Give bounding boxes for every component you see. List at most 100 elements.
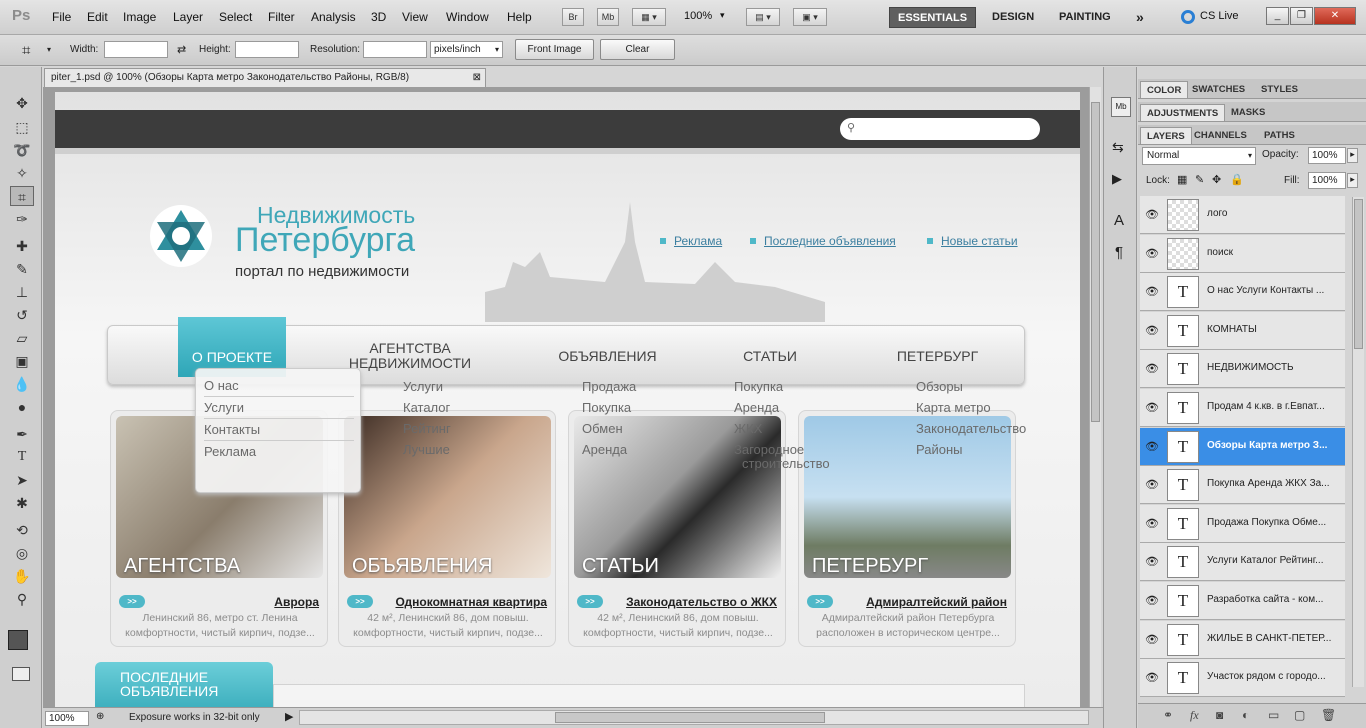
submenu-item[interactable]: Аренда	[734, 397, 830, 418]
submenu-item[interactable]: Продажа	[582, 376, 636, 397]
workspace-more-button[interactable]: »	[1128, 7, 1152, 28]
crop-tool-icon[interactable]: ⌗	[22, 42, 30, 59]
submenu-item[interactable]: Законодательство	[916, 418, 1026, 439]
menu-layer[interactable]: Layer	[173, 10, 203, 24]
eyedropper-tool-icon[interactable]: ✑	[10, 209, 34, 229]
lock-image-icon[interactable]: ✎	[1195, 173, 1204, 186]
submenu-item[interactable]: Каталог	[403, 397, 451, 418]
view-extras-button[interactable]: ▦ ▾	[632, 8, 666, 26]
visibility-eye-icon[interactable]: 👁	[1145, 440, 1159, 453]
quick-mask-icon[interactable]	[12, 667, 30, 681]
add-mask-icon[interactable]: ◙	[1216, 708, 1223, 722]
visibility-eye-icon[interactable]: 👁	[1145, 401, 1159, 414]
workspace-design[interactable]: DESIGN	[984, 7, 1042, 28]
close-tab-icon[interactable]: ⊠	[473, 69, 481, 87]
opacity-slider-arrow-icon[interactable]: ▸	[1347, 148, 1358, 163]
minimize-button[interactable]: _	[1266, 7, 1289, 25]
horizontal-scrollbar[interactable]	[299, 710, 1089, 725]
delete-layer-icon[interactable]: 🗑	[1321, 708, 1336, 722]
workspace-essentials[interactable]: ESSENTIALS	[889, 7, 977, 28]
adjustment-layer-icon[interactable]: ◐	[1242, 708, 1249, 722]
nav-item-agencies[interactable]: АГЕНТСТВА НЕДВИЖИМОСТИ	[345, 341, 475, 371]
layer-row[interactable]: 👁 T Услуги Каталог Рейтинг...	[1140, 543, 1345, 582]
document-tab[interactable]: piter_1.psd @ 100% (Обзоры Карта метро З…	[44, 68, 486, 87]
submenu-item[interactable]: Загородное	[734, 443, 830, 457]
resolution-unit-select[interactable]: pixels/inch ▾	[430, 41, 503, 58]
menu-help[interactable]: Help	[507, 10, 532, 24]
tab-styles[interactable]: STYLES	[1255, 81, 1304, 98]
foreground-color-swatch[interactable]	[8, 630, 28, 650]
layer-row[interactable]: 👁 T КОМНАТЫ	[1140, 311, 1345, 350]
gradient-tool-icon[interactable]: ▣	[10, 351, 34, 371]
tab-paths[interactable]: PATHS	[1258, 127, 1301, 144]
scrollbar-thumb[interactable]	[1354, 199, 1363, 349]
layers-scrollbar[interactable]	[1352, 197, 1364, 687]
visibility-eye-icon[interactable]: 👁	[1145, 285, 1159, 298]
crop-tool-icon[interactable]: ⌗	[10, 186, 34, 206]
vertical-scrollbar[interactable]	[1089, 87, 1101, 707]
submenu-item[interactable]: Лучшие	[403, 439, 451, 460]
tab-channels[interactable]: CHANNELS	[1188, 127, 1253, 144]
height-input[interactable]	[235, 41, 299, 58]
layer-row[interactable]: 👁 T Продажа Покупка Обме...	[1140, 504, 1345, 543]
submenu-item[interactable]: Обзоры	[916, 376, 1026, 397]
submenu-item[interactable]: Рейтинг	[403, 418, 451, 439]
restore-button[interactable]: ❐	[1290, 7, 1313, 25]
tab-color[interactable]: COLOR	[1140, 81, 1189, 98]
layer-row[interactable]: 👁 лого	[1140, 196, 1345, 234]
lock-all-icon[interactable]: 🔒	[1230, 173, 1244, 186]
path-selection-tool-icon[interactable]: ➤	[10, 470, 34, 490]
tab-swatches[interactable]: SWATCHES	[1186, 81, 1251, 98]
zoom-level-select[interactable]: 100%	[684, 10, 712, 22]
tab-layers[interactable]: LAYERS	[1140, 127, 1192, 144]
visibility-eye-icon[interactable]: 👁	[1145, 671, 1159, 684]
swap-icon[interactable]: ⇄	[177, 43, 186, 56]
dodge-tool-icon[interactable]: ●	[10, 397, 34, 417]
latest-ads-tab[interactable]: ПОСЛЕДНИЕ ОБЪЯВЛЕНИЯ	[95, 662, 273, 707]
blend-mode-select[interactable]: Normal ▾	[1142, 147, 1256, 165]
submenu-item[interactable]: Обмен	[582, 418, 636, 439]
menu-view[interactable]: View	[402, 10, 428, 24]
canvas[interactable]: ⚲ Недвижимость Петербурга портал по недв…	[55, 92, 1080, 707]
fill-slider-arrow-icon[interactable]: ▸	[1347, 173, 1358, 188]
clear-button[interactable]: Clear	[600, 39, 675, 60]
visibility-eye-icon[interactable]: 👁	[1145, 517, 1159, 530]
layer-row[interactable]: 👁 T НЕДВИЖИМОСТЬ	[1140, 350, 1345, 389]
front-image-button[interactable]: Front Image	[515, 39, 594, 60]
submenu-item[interactable]: Покупка	[734, 376, 830, 397]
status-zoom-input[interactable]: 100%	[45, 711, 89, 726]
dropdown-item[interactable]: Контакты	[204, 419, 354, 441]
submenu-item[interactable]: Услуги	[403, 376, 451, 397]
resolution-input[interactable]	[363, 41, 427, 58]
healing-brush-tool-icon[interactable]: ✚	[10, 236, 34, 256]
card-more-button[interactable]: >>	[807, 595, 833, 608]
screen-mode-button[interactable]: ▣ ▾	[793, 8, 827, 26]
lock-transparent-icon[interactable]: ▦	[1177, 173, 1187, 186]
status-info-icon[interactable]: ⊕	[96, 711, 104, 722]
cs-live-button[interactable]: CS Live	[1200, 10, 1239, 22]
submenu-item[interactable]: Покупка	[582, 397, 636, 418]
menu-image[interactable]: Image	[123, 10, 156, 24]
nav-item-articles[interactable]: СТАТЬИ	[725, 348, 815, 364]
submenu-item[interactable]: ЖКХ	[734, 418, 830, 439]
layer-row[interactable]: 👁 T Участок рядом с городо...	[1140, 659, 1345, 698]
card-link[interactable]: Однокомнатная квартира	[395, 595, 547, 609]
visibility-eye-icon[interactable]: 👁	[1145, 247, 1159, 260]
nav-item-petersburg[interactable]: ПЕТЕРБУРГ	[885, 348, 990, 364]
dropdown-item[interactable]: Реклама	[204, 441, 354, 462]
site-search-input[interactable]: ⚲	[840, 118, 1040, 140]
card-more-button[interactable]: >>	[119, 595, 145, 608]
visibility-eye-icon[interactable]: 👁	[1145, 594, 1159, 607]
visibility-eye-icon[interactable]: 👁	[1145, 324, 1159, 337]
menu-select[interactable]: Select	[219, 10, 252, 24]
scrollbar-thumb[interactable]	[1091, 102, 1100, 422]
submenu-item[interactable]: Карта метро	[916, 397, 1026, 418]
history-brush-tool-icon[interactable]: ↺	[10, 305, 34, 325]
nav-item-listings[interactable]: ОБЪЯВЛЕНИЯ	[545, 348, 670, 364]
actions-panel-icon[interactable]: ▶	[1112, 171, 1122, 187]
new-layer-icon[interactable]: ▢	[1294, 708, 1305, 722]
chevron-down-icon[interactable]: ▾	[47, 45, 51, 54]
blur-tool-icon[interactable]: 💧	[10, 374, 34, 394]
menu-3d[interactable]: 3D	[371, 10, 386, 24]
submenu-item[interactable]: строительство	[734, 457, 830, 471]
